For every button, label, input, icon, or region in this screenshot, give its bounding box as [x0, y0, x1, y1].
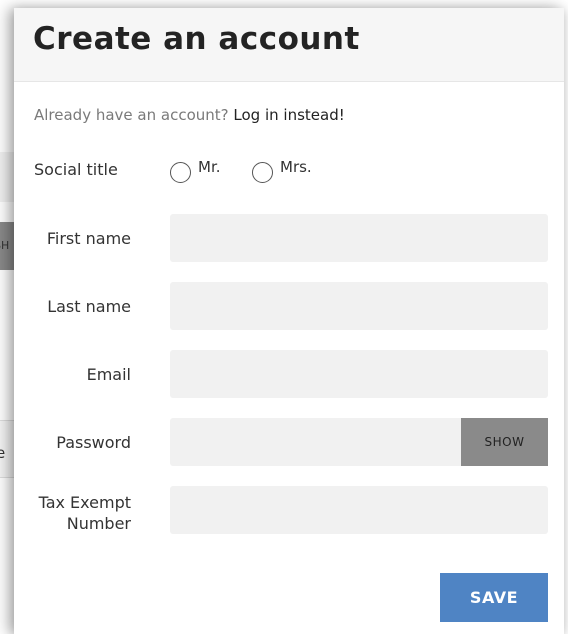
login-prompt: Already have an account? Log in instead! [34, 106, 345, 124]
modal-header: Create an account [14, 8, 564, 82]
show-password-button[interactable]: SHOW [461, 418, 548, 466]
radio-mr-label[interactable]: Mr. [198, 158, 221, 176]
background-text-fragment: e [0, 444, 6, 462]
login-prompt-text: Already have an account? [34, 106, 229, 124]
email-label: Email [86, 365, 131, 384]
create-account-modal: Create an account Already have an accoun… [14, 8, 564, 634]
password-field[interactable] [170, 418, 462, 466]
radio-mr[interactable] [170, 162, 191, 183]
save-button[interactable]: SAVE [440, 573, 548, 622]
email-field[interactable] [170, 350, 548, 398]
background-show-button: SH [0, 222, 14, 270]
password-label: Password [56, 433, 131, 452]
radio-mrs-label[interactable]: Mrs. [280, 158, 312, 176]
first-name-field[interactable] [170, 214, 548, 262]
page-title: Create an account [33, 21, 360, 57]
tax-exempt-label-line1: Tax Exempt [38, 493, 131, 512]
last-name-label: Last name [47, 297, 131, 316]
login-link[interactable]: Log in instead! [233, 106, 344, 124]
social-title-label: Social title [34, 160, 118, 179]
radio-mrs[interactable] [252, 162, 273, 183]
tax-exempt-number-field[interactable] [170, 486, 548, 534]
last-name-field[interactable] [170, 282, 548, 330]
tax-exempt-label-line2: Number [66, 514, 131, 533]
first-name-label: First name [46, 229, 131, 248]
